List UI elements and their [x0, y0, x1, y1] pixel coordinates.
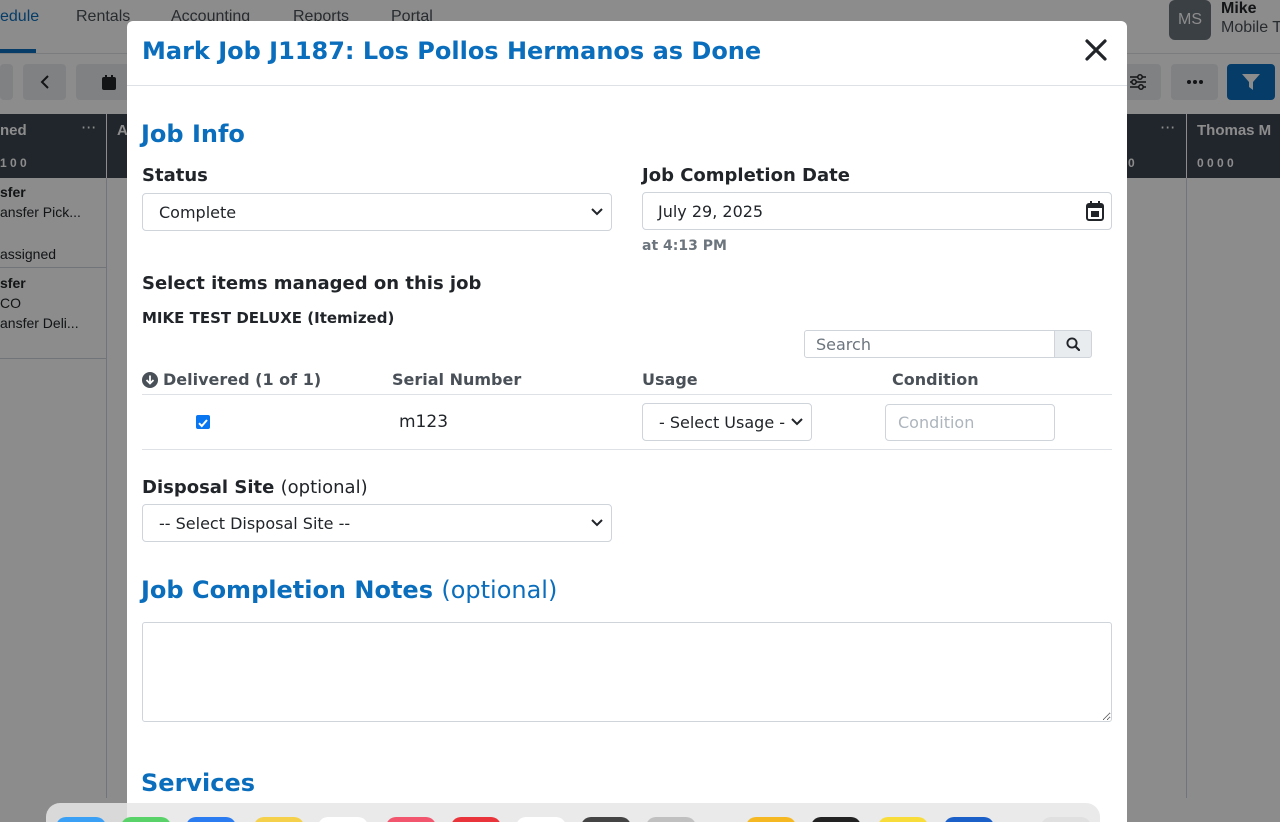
arrow-down-circle-icon [142, 371, 158, 388]
completion-time: at 4:13 PM [642, 238, 727, 254]
search-button[interactable] [1054, 330, 1092, 358]
app-icon[interactable] [646, 817, 696, 822]
item-search [804, 330, 1092, 358]
chevron-down-icon [591, 208, 603, 216]
modal-title: Mark Job J1187: Los Pollos Hermanos as D… [142, 37, 762, 65]
app-icon[interactable] [944, 817, 994, 822]
search-icon [1066, 337, 1080, 351]
notes-heading: Job Completion Notes (optional) [141, 576, 558, 604]
dock [46, 803, 1100, 822]
completion-notes-textarea[interactable] [142, 622, 1112, 722]
notes-icon[interactable] [254, 817, 304, 822]
column-header-usage: Usage [642, 370, 698, 389]
completion-date-value: July 29, 2025 [658, 201, 764, 221]
stickies-icon[interactable] [878, 817, 928, 822]
app-icon[interactable] [451, 817, 501, 822]
close-icon [1085, 39, 1107, 61]
app-icon[interactable] [516, 817, 566, 822]
product-name: MIKE TEST DELUXE (Itemized) [142, 309, 395, 327]
app-icon[interactable] [581, 817, 631, 822]
search-input[interactable] [804, 330, 1055, 358]
condition-input[interactable] [885, 404, 1055, 441]
delivered-checkbox[interactable] [196, 415, 210, 429]
app-icon[interactable] [746, 817, 796, 822]
serial-number: m123 [399, 412, 449, 432]
mail-icon[interactable] [186, 817, 236, 822]
status-select[interactable]: Complete [142, 193, 612, 231]
status-select-value: Complete [159, 202, 237, 222]
music-icon[interactable] [386, 817, 436, 822]
terminal-icon[interactable] [811, 817, 861, 822]
modal-header: Mark Job J1187: Los Pollos Hermanos as D… [127, 21, 1127, 86]
job-info-heading: Job Info [141, 120, 245, 148]
calendar-app-icon[interactable] [318, 817, 368, 822]
usage-select[interactable]: - Select Usage - [642, 403, 812, 441]
chevron-down-icon [591, 519, 603, 527]
table-divider [142, 394, 1112, 395]
disposal-site-select[interactable]: -- Select Disposal Site -- [142, 504, 612, 542]
usage-select-value: - Select Usage - [659, 412, 786, 432]
completion-date-label: Job Completion Date [642, 165, 850, 186]
disposal-site-value: -- Select Disposal Site -- [159, 513, 351, 533]
trash-icon[interactable] [1041, 817, 1091, 822]
mark-done-modal: Mark Job J1187: Los Pollos Hermanos as D… [127, 21, 1127, 822]
column-header-condition: Condition [892, 370, 979, 389]
chevron-down-icon [791, 418, 803, 426]
messages-icon[interactable] [121, 817, 171, 822]
items-heading: Select items managed on this job [142, 273, 482, 294]
close-button[interactable] [1084, 38, 1110, 64]
finder-icon[interactable] [56, 817, 106, 822]
calendar-icon[interactable] [1086, 201, 1104, 221]
column-header-delivered: Delivered (1 of 1) [142, 370, 321, 389]
table-divider [142, 449, 1112, 450]
disposal-site-label: Disposal Site (optional) [142, 477, 368, 498]
checkmark-icon [198, 419, 208, 428]
services-heading: Services [141, 769, 256, 797]
status-label: Status [142, 165, 208, 186]
completion-date-input[interactable]: July 29, 2025 [642, 192, 1112, 230]
column-header-serial: Serial Number [392, 370, 522, 389]
